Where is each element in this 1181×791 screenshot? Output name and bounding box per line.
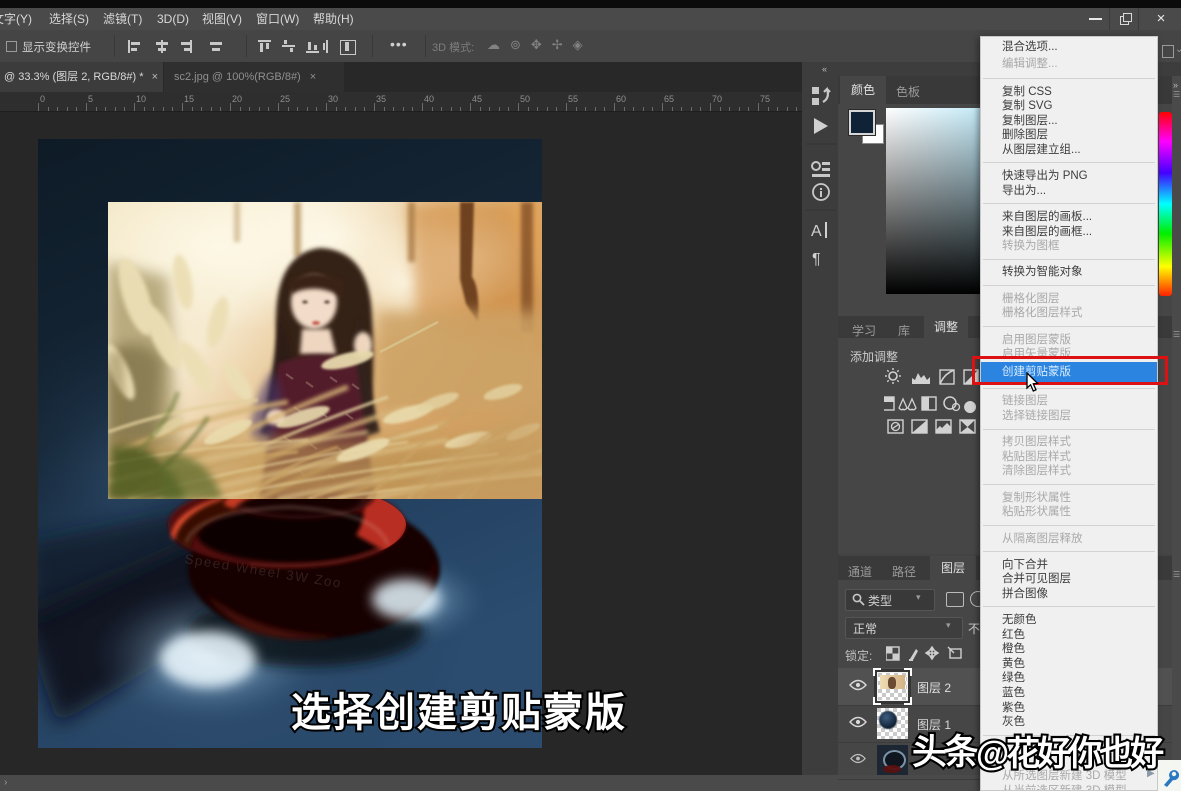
svg-text:头条: 头条 bbox=[912, 733, 979, 772]
svg-text:选择创建剪贴蒙版: 选择创建剪贴蒙版 bbox=[291, 691, 627, 735]
svg-text:¶: ¶ bbox=[812, 251, 821, 268]
svg-text:@花好你也好: @花好你也好 bbox=[976, 735, 1164, 773]
svg-text:A: A bbox=[811, 223, 822, 240]
